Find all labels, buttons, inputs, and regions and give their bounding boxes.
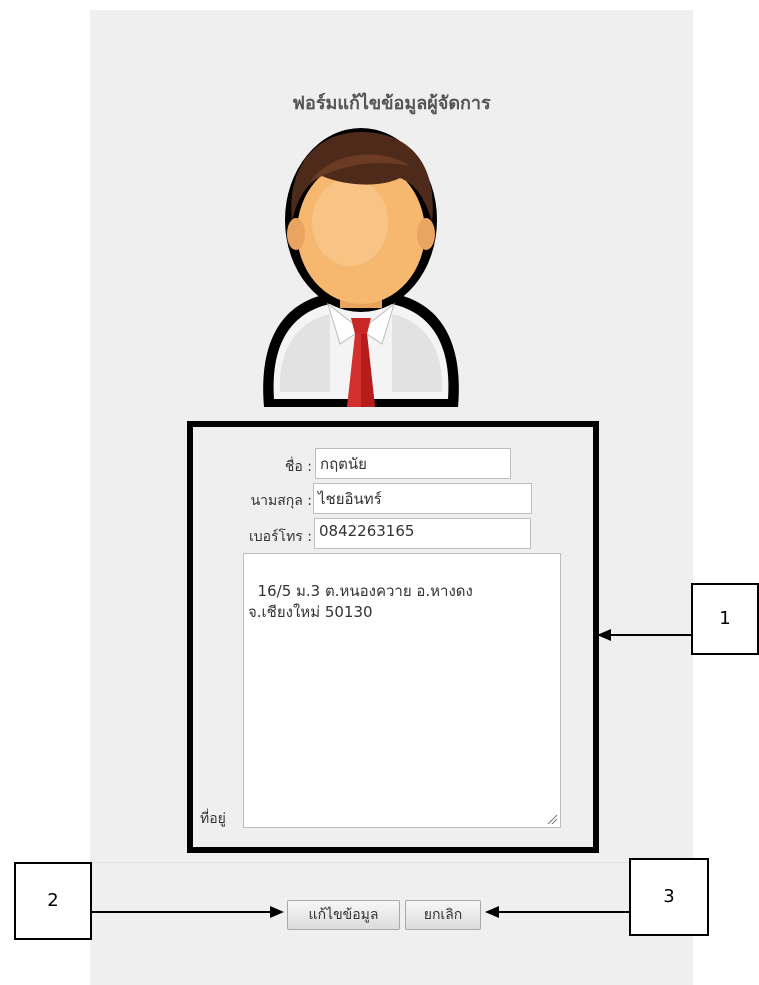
phone-input[interactable]: 0842263165 — [314, 518, 531, 549]
callout-1: 1 — [691, 583, 759, 655]
address-label: ที่อยู่ — [200, 811, 226, 827]
arrow-to-form-icon — [597, 629, 691, 641]
address-text: 16/5 ม.3 ต.หนองควาย อ.หางดง จ.เชียงใหม่ … — [248, 582, 473, 621]
form-title: ฟอร์มแก้ไขข้อมูลผู้จัดการ — [292, 93, 491, 114]
callout-3: 3 — [629, 858, 709, 936]
manager-avatar-icon — [263, 128, 459, 407]
edit-button[interactable]: แก้ไขข้อมูล — [287, 900, 400, 930]
first-name-label: ชื่อ : — [284, 459, 312, 475]
callout-2: 2 — [14, 862, 92, 940]
arrow-to-edit-button-icon — [92, 906, 284, 918]
address-textarea[interactable]: 16/5 ม.3 ต.หนองควาย อ.หางดง จ.เชียงใหม่ … — [243, 553, 561, 828]
last-name-input[interactable]: ไชยอินทร์ — [313, 483, 532, 514]
divider — [90, 862, 693, 863]
phone-label: เบอร์โทร : — [248, 529, 312, 545]
arrow-to-cancel-button-icon — [485, 906, 629, 918]
cancel-button[interactable]: ยกเลิก — [405, 900, 481, 930]
resize-grip-icon[interactable] — [547, 814, 558, 825]
first-name-input[interactable]: กฤตนัย — [315, 448, 511, 479]
last-name-label: นามสกุล : — [250, 493, 312, 509]
